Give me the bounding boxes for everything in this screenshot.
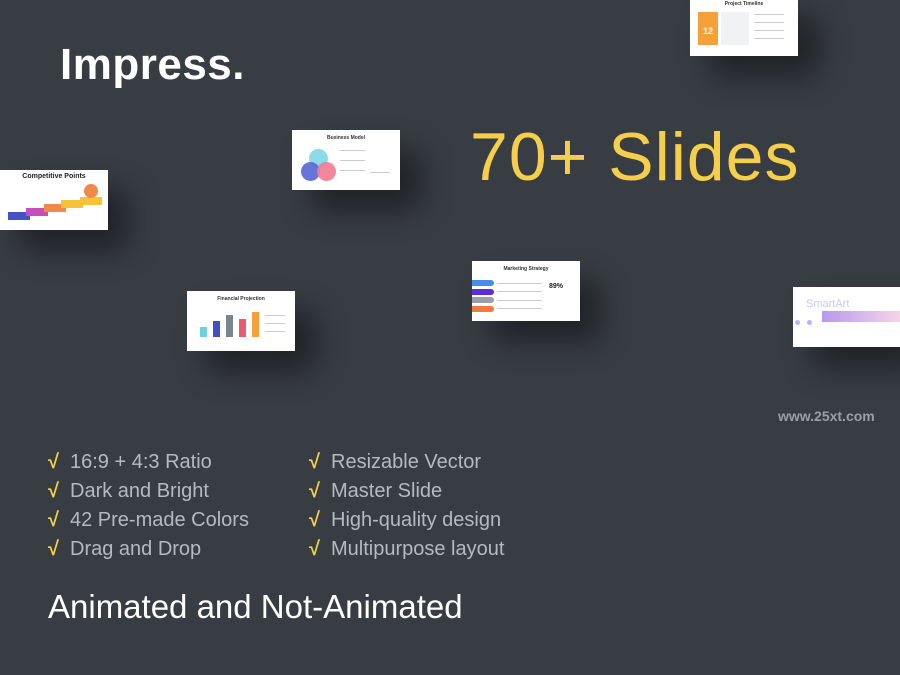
slide-title: Business Model xyxy=(326,135,366,141)
feature-item: √ Drag and Drop xyxy=(48,535,249,564)
slide-thumbnail-project-timeline[interactable]: Project Timeline 12 xyxy=(690,0,798,56)
slide-thumbnail-smartart[interactable]: SmartArt xyxy=(793,287,900,347)
feature-item: √ Multipurpose layout xyxy=(309,535,504,564)
tagline: Animated and Not-Animated xyxy=(48,588,463,625)
slide-title: Project Timeline xyxy=(724,1,764,7)
check-icon: √ xyxy=(48,509,59,531)
check-icon: √ xyxy=(309,538,320,560)
feature-item: √ 42 Pre-made Colors xyxy=(48,506,249,535)
slide-title: SmartArt xyxy=(806,298,850,310)
slide-title: Competitive Points xyxy=(22,173,86,180)
slide-thumbnail-marketing-strategy[interactable]: Marketing Strategy 89% xyxy=(472,261,580,321)
feature-item: √ High-quality design xyxy=(309,506,504,535)
features-right: √ Resizable Vector √ Master Slide √ High-qu… xyxy=(309,448,504,564)
slide-thumbnail-business-model[interactable]: Business Model xyxy=(292,130,400,190)
check-icon: √ xyxy=(309,480,320,502)
check-icon: √ xyxy=(309,509,320,531)
date-block: 12 xyxy=(698,12,718,45)
check-icon: √ xyxy=(48,538,59,560)
check-icon: √ xyxy=(48,480,59,502)
feature-item: √ 16:9 + 4:3 Ratio xyxy=(48,448,249,477)
brand-title: Impress. xyxy=(60,40,245,89)
headline: 70+ Slides xyxy=(470,119,800,195)
features-left: √ 16:9 + 4:3 Ratio √ Dark and Bright √ 42 P… xyxy=(48,448,249,564)
stat-value: 89% xyxy=(549,283,564,290)
slide-thumbnail-financial-projection[interactable]: Financial Projection xyxy=(187,291,295,351)
feature-item: √ Master Slide xyxy=(309,477,504,506)
feature-item: √ Dark and Bright xyxy=(48,477,249,506)
check-icon: √ xyxy=(309,451,320,473)
check-icon: √ xyxy=(48,451,59,473)
slide-thumbnail-competitive-points[interactable]: Competitive Points xyxy=(0,170,108,230)
website-link[interactable]: www.25xt.com xyxy=(778,408,875,424)
slide-title: Marketing Strategy xyxy=(503,266,549,272)
calendar xyxy=(721,12,749,45)
slide-title: Financial Projection xyxy=(217,296,265,302)
feature-item: √ Resizable Vector xyxy=(309,448,504,477)
